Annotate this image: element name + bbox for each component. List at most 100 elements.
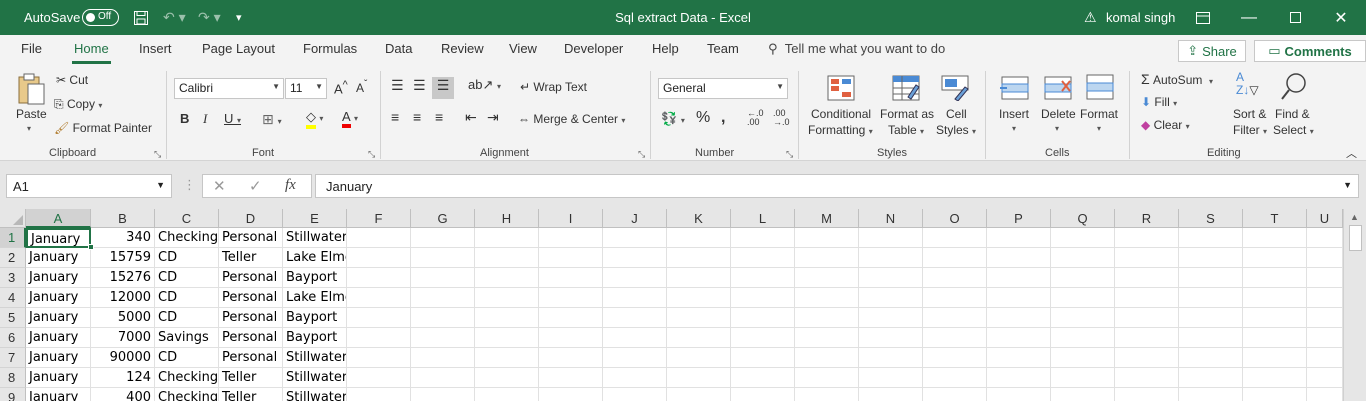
cell[interactable] (347, 268, 411, 288)
cell[interactable] (795, 248, 859, 268)
row-header[interactable]: 1 (0, 228, 26, 248)
cell[interactable]: Personal E (219, 308, 283, 328)
column-header[interactable]: S (1179, 209, 1243, 228)
cell[interactable]: Checking (155, 388, 219, 401)
cell[interactable] (987, 328, 1051, 348)
format-as-table-label-2[interactable]: Table ▾ (888, 123, 924, 137)
cell[interactable] (1307, 228, 1343, 248)
cell[interactable] (731, 228, 795, 248)
merge-center-button[interactable]: ⇔ Merge & Center ▾ (518, 112, 625, 126)
column-header[interactable]: P (987, 209, 1051, 228)
column-header[interactable]: R (1115, 209, 1179, 228)
conditional-formatting-button[interactable]: Conditional (811, 107, 871, 121)
cell[interactable] (859, 348, 923, 368)
cell[interactable] (475, 328, 539, 348)
cell[interactable] (1051, 308, 1115, 328)
cell[interactable]: 340 (91, 228, 155, 248)
cell[interactable] (603, 268, 667, 288)
cell[interactable] (923, 328, 987, 348)
cell[interactable] (603, 288, 667, 308)
cell[interactable] (731, 288, 795, 308)
cell[interactable]: January (26, 388, 91, 401)
cell[interactable] (1115, 228, 1179, 248)
fill-color-icon[interactable]: ◇ ▾ (306, 109, 323, 129)
cell[interactable]: Personal E (219, 288, 283, 308)
minimize-icon[interactable]: — (1226, 0, 1272, 35)
cell[interactable] (667, 268, 731, 288)
cell[interactable] (603, 348, 667, 368)
row-header[interactable]: 5 (0, 308, 26, 328)
cell[interactable] (1179, 288, 1243, 308)
cell[interactable]: CD (155, 288, 219, 308)
cell[interactable] (411, 388, 475, 401)
cell[interactable]: 12000 (91, 288, 155, 308)
format-painter-button[interactable]: 🖌 Format Painter (54, 121, 152, 135)
tab-team[interactable]: Team (707, 41, 739, 56)
cell[interactable]: Bayport (283, 308, 347, 328)
cell[interactable]: Bayport (283, 268, 347, 288)
cell[interactable] (667, 228, 731, 248)
cell[interactable] (1307, 388, 1343, 401)
cell[interactable] (667, 288, 731, 308)
cell[interactable] (411, 328, 475, 348)
cell[interactable]: Stillwater (283, 348, 347, 368)
cell[interactable] (859, 228, 923, 248)
column-header[interactable]: I (539, 209, 603, 228)
user-name[interactable]: komal singh (1106, 0, 1175, 35)
cell[interactable]: Checking (155, 228, 219, 248)
cell[interactable] (347, 368, 411, 388)
cell[interactable] (475, 308, 539, 328)
cell[interactable] (539, 328, 603, 348)
column-header[interactable]: F (347, 209, 411, 228)
ribbon-display-icon[interactable] (1180, 0, 1226, 35)
column-header[interactable]: G (411, 209, 475, 228)
cell[interactable]: January (26, 348, 91, 368)
cell[interactable] (1115, 388, 1179, 401)
cell[interactable] (859, 268, 923, 288)
column-header[interactable]: L (731, 209, 795, 228)
conditional-formatting-label-2[interactable]: Formatting ▾ (808, 123, 873, 137)
cell[interactable]: January (26, 368, 91, 388)
cell[interactable] (347, 388, 411, 401)
cell[interactable] (539, 228, 603, 248)
formula-input[interactable]: January ▼ (315, 174, 1359, 198)
cut-button[interactable]: ✂ Cut (56, 73, 88, 87)
align-bottom-icon[interactable]: ☰ (432, 77, 454, 99)
cell[interactable] (1179, 348, 1243, 368)
cell[interactable]: Lake Elmo (283, 248, 347, 268)
cell[interactable] (603, 368, 667, 388)
bold-icon[interactable]: B (180, 111, 189, 126)
cell[interactable] (411, 288, 475, 308)
copy-button[interactable]: ⎘ Copy ▾ (54, 97, 102, 112)
vertical-dots-icon[interactable]: ⋮ (183, 177, 196, 193)
cell[interactable] (347, 228, 411, 248)
cell[interactable]: Personal E (219, 268, 283, 288)
cell[interactable] (539, 288, 603, 308)
cell[interactable] (1243, 348, 1307, 368)
cell[interactable] (475, 388, 539, 401)
comments-button[interactable]: ▭ Comments (1254, 40, 1366, 62)
percent-style-icon[interactable]: % (696, 109, 710, 127)
cell[interactable] (731, 308, 795, 328)
enter-icon[interactable]: ✓ (249, 177, 262, 195)
cell[interactable] (1179, 228, 1243, 248)
cell[interactable] (923, 248, 987, 268)
cell[interactable] (603, 248, 667, 268)
cell[interactable] (411, 268, 475, 288)
sort-filter-button[interactable]: Sort & (1233, 107, 1266, 121)
cell-styles-button[interactable]: Cell (946, 107, 967, 121)
cell[interactable] (731, 388, 795, 401)
cell[interactable] (795, 288, 859, 308)
cell[interactable] (923, 228, 987, 248)
column-header[interactable]: C (155, 209, 219, 228)
cell[interactable] (1115, 368, 1179, 388)
cell[interactable] (475, 268, 539, 288)
cell[interactable] (795, 368, 859, 388)
column-header[interactable]: J (603, 209, 667, 228)
cell[interactable] (795, 308, 859, 328)
font-color-icon[interactable]: A ▾ (342, 109, 358, 128)
tab-home[interactable]: Home (72, 41, 111, 64)
cell[interactable] (987, 268, 1051, 288)
cell[interactable]: 400 (91, 388, 155, 401)
cell[interactable] (667, 248, 731, 268)
